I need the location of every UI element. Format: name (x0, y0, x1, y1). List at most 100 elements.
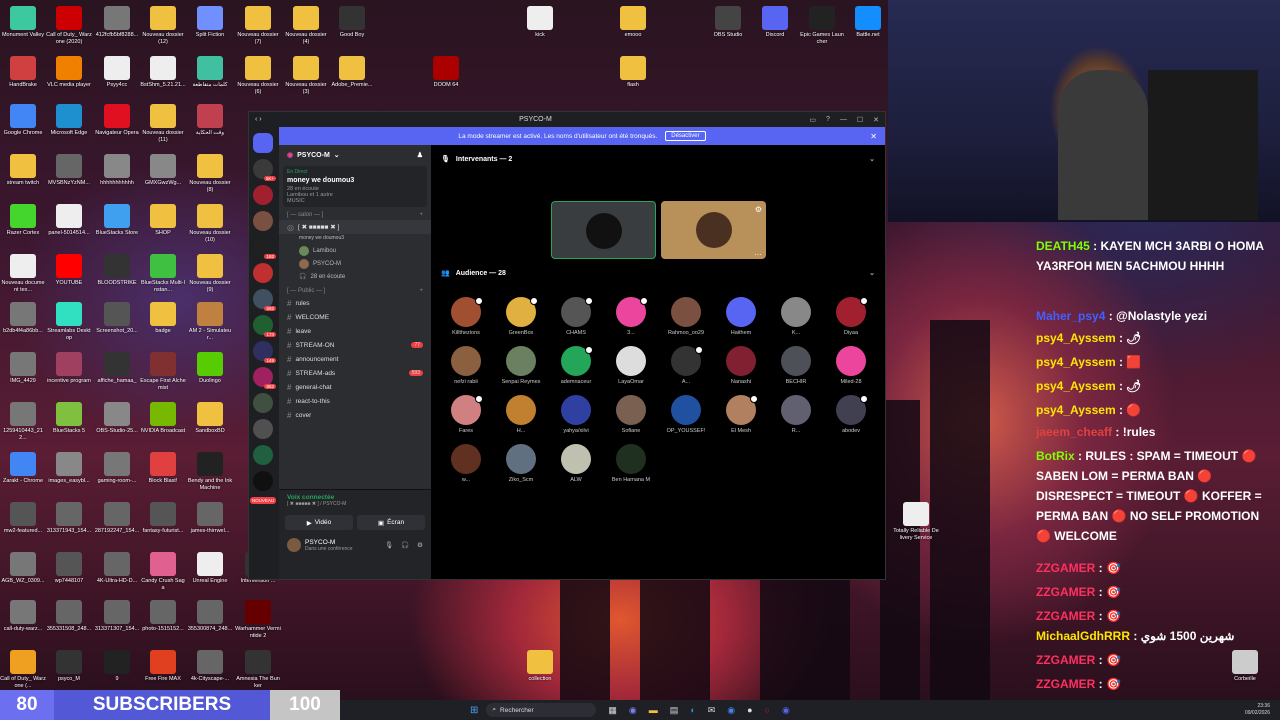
chat-username[interactable]: BotRix (1036, 449, 1075, 463)
taskbar-search[interactable]: ⌕ Rechercher (486, 703, 597, 717)
desktop-icon[interactable]: SandboxBD (187, 402, 233, 435)
audience-member[interactable]: OP_YOUSSEF! (659, 395, 713, 434)
server-header[interactable]: ◉ PSYCO-M ⌄ ♟ (279, 148, 431, 162)
chat-username[interactable]: jaeem_cheaff (1036, 425, 1112, 439)
desktop-icon[interactable]: 355300874_248... (187, 600, 233, 633)
desktop-icon[interactable]: Screenshot_20... (94, 302, 140, 335)
desktop-icon[interactable]: incentive program (46, 352, 92, 385)
desktop-icon[interactable]: AGB_WZ_0309... (0, 552, 46, 585)
chat-username[interactable]: ZZGAMER (1036, 653, 1095, 667)
text-channel[interactable]: # STREAM-ON 77 (279, 338, 431, 352)
desktop-icon[interactable]: collection (517, 650, 563, 683)
back-icon[interactable]: ‹ › (255, 116, 262, 123)
audience-member[interactable]: K... (769, 297, 823, 336)
audience-member[interactable]: ademnaceur (549, 346, 603, 385)
desktop-icon[interactable]: kick (517, 6, 563, 39)
desktop-icon[interactable]: كلمات متقاطعة (187, 56, 233, 89)
desktop-icon[interactable]: Candy Crush Saga (140, 552, 186, 591)
audience-member[interactable]: Haithem (714, 297, 768, 336)
speaker-tile[interactable]: ⚙… (661, 201, 766, 259)
server-icon[interactable] (253, 471, 273, 491)
audience-member[interactable]: GreenBox (494, 297, 548, 336)
desktop-icon[interactable]: BlueStacks Store (94, 204, 140, 237)
desktop-icon[interactable]: Microsoft Edge (46, 104, 92, 137)
desktop-icon[interactable]: VLC media player (46, 56, 92, 89)
server-icon[interactable]: 692 (253, 289, 276, 311)
desktop-icon[interactable]: BlueStacks 5 (46, 402, 92, 435)
server-icon[interactable] (253, 263, 273, 283)
audience-member[interactable]: nefzi rabii (439, 346, 493, 385)
text-channel[interactable]: # WELCOME (279, 310, 431, 324)
desktop-icon[interactable]: Free Fire MAX (140, 650, 186, 683)
desktop-icon[interactable]: OBS Studio (705, 6, 751, 39)
desktop-icon[interactable]: 1259410443_212... (0, 402, 46, 441)
audience-member[interactable]: Sofiane (604, 395, 658, 434)
inbox-icon[interactable]: ▭ (809, 116, 816, 124)
teams-icon[interactable]: ◉ (629, 705, 637, 716)
chrome-icon[interactable]: ◉ (727, 705, 735, 716)
desktop-icon[interactable]: Navigateur Opera (94, 104, 140, 137)
audience-member[interactable]: Rahmoo_oo29 (659, 297, 713, 336)
desktop-icon[interactable]: HandBrake (0, 56, 46, 89)
explorer-icon[interactable]: ▬ (649, 705, 658, 716)
desktop-icon[interactable]: Zarakt - Chrome (0, 452, 46, 485)
minimize-icon[interactable]: — (840, 116, 847, 124)
audience-member[interactable]: w... (439, 444, 493, 483)
text-channel[interactable]: # react-to-this (279, 394, 431, 408)
desktop-icon[interactable]: 4K-Ultra-HD-D... (94, 552, 140, 585)
desktop-icon[interactable]: Discord (752, 6, 798, 39)
settings-icon[interactable]: ⚙ (755, 205, 762, 214)
category-salon[interactable]: [ — salon — ] + (279, 207, 431, 220)
server-icon[interactable] (253, 133, 273, 153)
desktop-icon[interactable]: stream twitch (0, 154, 46, 187)
desktop-icon[interactable]: BLOODSTRIKE (94, 254, 140, 287)
voice-user[interactable]: PSYCO-M (279, 257, 431, 270)
live-activity-card[interactable]: En Direct money we doumou3 28 en écoute … (283, 166, 427, 207)
windows-start-icon[interactable]: ⊞ (470, 705, 478, 716)
audience-member[interactable]: 3... (604, 297, 658, 336)
audience-member[interactable]: El Mesh (714, 395, 768, 434)
server-icon[interactable]: 5K+ (253, 159, 276, 181)
close-icon[interactable]: ✕ (873, 116, 879, 124)
desktop-icon[interactable]: Streamlabs Desktop (46, 302, 92, 341)
desktop-icon[interactable]: affiche_hamaa_ (94, 352, 140, 385)
chat-username[interactable]: ZZGAMER (1036, 585, 1095, 599)
desktop-icon[interactable]: fantasy-futurist... (140, 502, 186, 535)
server-icon[interactable]: 174 (253, 315, 276, 337)
desktop-icon[interactable]: IMG_4429 (0, 352, 46, 385)
desktop-icon[interactable]: Nouveau dossier (9) (187, 254, 233, 293)
desktop-icon[interactable]: MVSBNzYzNM... (46, 154, 92, 187)
speaker-tile[interactable] (551, 201, 656, 259)
text-channel[interactable]: # general-chat (279, 380, 431, 394)
server-icon[interactable] (253, 393, 273, 413)
desktop-icon[interactable]: 313371307_154... (94, 600, 140, 633)
desktop-icon[interactable]: gaming-room-... (94, 452, 140, 485)
desktop-icon[interactable]: Nouveau dossier (12) (140, 6, 186, 45)
task-view-icon[interactable]: ▦ (608, 705, 617, 716)
voice-channel[interactable]: ◎[ ✖ ■■■■■ ✖ ] (279, 220, 431, 234)
server-icon[interactable] (253, 185, 273, 205)
mail-icon[interactable]: ✉ (708, 705, 716, 716)
desktop-icon[interactable]: Duolingo (187, 352, 233, 385)
headphones-icon[interactable]: 🎧 (401, 541, 409, 549)
audience-member[interactable]: H... (494, 395, 548, 434)
server-icon[interactable] (253, 211, 273, 231)
discord-taskbar-icon[interactable]: ◉ (782, 705, 790, 716)
audience-member[interactable]: R... (769, 395, 823, 434)
desktop-icon[interactable]: panel-5014514... (46, 204, 92, 237)
chat-username[interactable]: MichaalGdhRRR (1036, 629, 1130, 643)
disable-streamer-mode-button[interactable]: Désactiver (665, 131, 706, 141)
desktop-icon[interactable]: GMXGwzWg... (140, 154, 186, 187)
audience-member[interactable]: Nanashi (714, 346, 768, 385)
desktop-icon[interactable]: OBS-Studio-25... (94, 402, 140, 435)
audience-member[interactable]: Ben Hamana M (604, 444, 658, 483)
desktop-icon[interactable]: Good Boy (329, 6, 375, 39)
desktop-icon[interactable]: Nouveau dossier (8) (187, 154, 233, 193)
desktop-icon[interactable]: mw2-featured... (0, 502, 46, 535)
desktop-icon[interactable]: 313371943_154... (46, 502, 92, 535)
edge-icon[interactable]: ◐ (690, 705, 695, 716)
desktop-icon[interactable]: Bendy and the Ink Machine (187, 452, 233, 491)
desktop-icon[interactable]: images_easybl... (46, 452, 92, 485)
audience-header[interactable]: 👥 Audience — 28 ⌄ (431, 269, 885, 278)
desktop-icon[interactable]: photo-1515152... (140, 600, 186, 633)
